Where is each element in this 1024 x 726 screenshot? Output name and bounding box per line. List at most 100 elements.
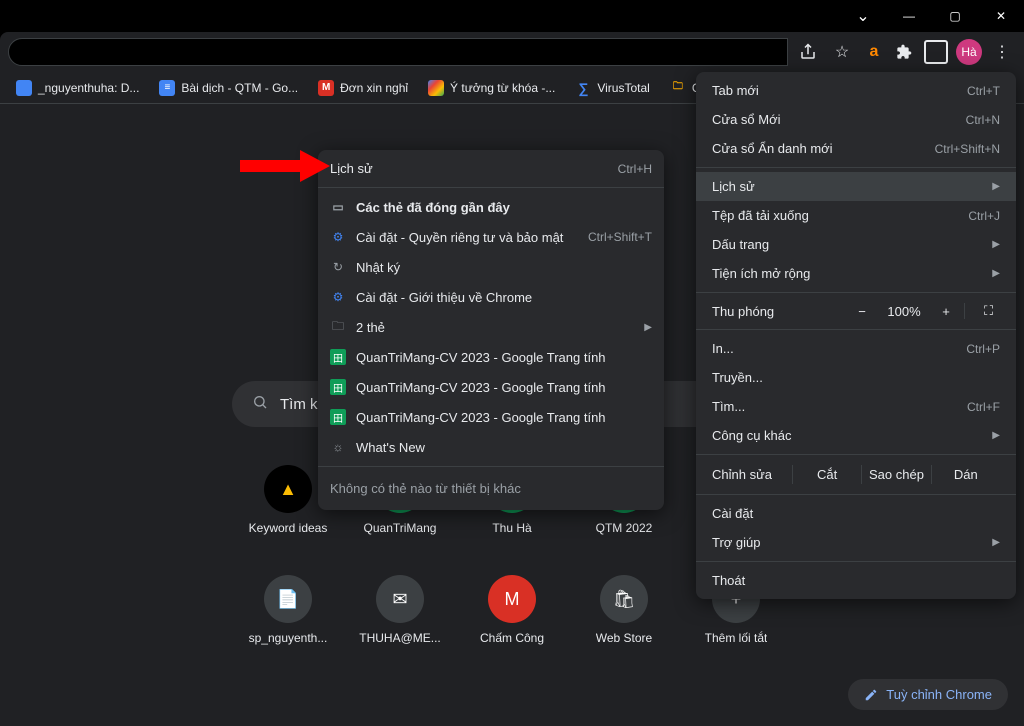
menu-extensions[interactable]: Tiện ích mở rộng▶ <box>696 259 1016 288</box>
ads-icon: ▲ <box>264 465 312 513</box>
window-minimize[interactable]: — <box>886 0 932 32</box>
sidepanel-icon[interactable] <box>922 38 950 66</box>
extension-a-icon[interactable]: a <box>862 40 886 64</box>
customize-label: Tuỳ chỉnh Chrome <box>886 687 992 702</box>
customize-chrome-button[interactable]: Tuỳ chỉnh Chrome <box>848 679 1008 710</box>
menu-separator <box>696 292 1016 293</box>
menu-incognito[interactable]: Cửa sổ Ẩn danh mớiCtrl+Shift+N <box>696 134 1016 163</box>
sheets-icon: 田 <box>330 349 346 365</box>
window-icon: ▭ <box>330 199 346 215</box>
bookmark-item[interactable]: Ý tưởng từ khóa -... <box>420 76 563 100</box>
profile-avatar[interactable]: Hà <box>956 39 982 65</box>
gear-icon: ⚙ <box>330 289 346 305</box>
bookmark-item[interactable]: ∑ VirusTotal <box>567 76 657 100</box>
google-ai-icon <box>428 80 444 96</box>
menu-separator <box>318 187 664 188</box>
submenu-item[interactable]: ☼What's New <box>318 432 664 462</box>
tab-search-caret[interactable]: ⌄ <box>840 0 886 32</box>
address-bar[interactable] <box>8 38 788 66</box>
shortcut-item[interactable]: ✉ THUHA@ME... <box>344 565 456 675</box>
submenu-item[interactable]: 田QuanTriMang-CV 2023 - Google Trang tính <box>318 342 664 372</box>
mail-icon: ✉ <box>376 575 424 623</box>
submenu-recent-header: ▭ Các thẻ đã đóng gần đây <box>318 192 664 222</box>
shortcut-label: Web Store <box>596 631 652 645</box>
menu-new-window[interactable]: Cửa sổ MớiCtrl+N <box>696 105 1016 134</box>
submenu-item[interactable]: 田QuanTriMang-CV 2023 - Google Trang tính <box>318 402 664 432</box>
shortcut-label: Thêm lối tắt <box>705 631 768 645</box>
menu-more-tools[interactable]: Công cụ khác▶ <box>696 421 1016 450</box>
chrome-menu-button[interactable]: ⋮ <box>988 38 1016 66</box>
folder-icon: 🗀 <box>670 80 686 96</box>
bookmark-item[interactable]: ≡Bài dịch - QTM - Go... <box>151 76 306 100</box>
bookmark-label: _nguyenthuha: D... <box>38 81 139 95</box>
menu-settings[interactable]: Cài đặt <box>696 499 1016 528</box>
chrome-main-menu: Tab mớiCtrl+T Cửa sổ MớiCtrl+N Cửa sổ Ẩn… <box>696 72 1016 599</box>
menu-separator <box>696 561 1016 562</box>
pencil-icon <box>864 688 878 702</box>
window-maximize[interactable]: ▢ <box>932 0 978 32</box>
bookmark-star-icon[interactable]: ☆ <box>828 38 856 66</box>
menu-separator <box>696 454 1016 455</box>
extensions-icon[interactable] <box>892 40 916 64</box>
cut-button[interactable]: Cắt <box>792 465 861 484</box>
chevron-right-icon: ▶ <box>992 430 1000 441</box>
menu-separator <box>696 494 1016 495</box>
menu-print[interactable]: In...Ctrl+P <box>696 334 1016 363</box>
history-submenu: Lịch sử Ctrl+H ▭ Các thẻ đã đóng gần đây… <box>318 150 664 510</box>
search-icon <box>252 394 268 415</box>
submenu-item[interactable]: 田QuanTriMang-CV 2023 - Google Trang tính <box>318 372 664 402</box>
submenu-item[interactable]: ⚙Cài đặt - Giới thiệu về Chrome <box>318 282 664 312</box>
submenu-footer: Không có thẻ nào từ thiết bị khác <box>318 471 664 506</box>
menu-exit[interactable]: Thoát <box>696 566 1016 595</box>
shortcut-item[interactable]: 🛍 Web Store <box>568 565 680 675</box>
shortcut-label: QTM 2022 <box>596 521 653 535</box>
bookmark-item[interactable]: _nguyenthuha: D... <box>8 76 147 100</box>
bookmark-label: Ý tưởng từ khóa -... <box>450 81 555 95</box>
chevron-right-icon: ▶ <box>992 268 1000 279</box>
bookmark-item[interactable]: MĐơn xin nghỉ <box>310 76 416 100</box>
menu-help[interactable]: Trợ giúp▶ <box>696 528 1016 557</box>
zoom-in-button[interactable]: + <box>928 304 964 319</box>
menu-downloads[interactable]: Tệp đã tải xuốngCtrl+J <box>696 201 1016 230</box>
submenu-history[interactable]: Lịch sử Ctrl+H <box>318 154 664 183</box>
submenu-item[interactable]: ↻Nhật ký <box>318 252 664 282</box>
m-icon: M <box>318 80 334 96</box>
shortcut-label: THUHA@ME... <box>359 631 441 645</box>
doc-icon: ≡ <box>159 80 175 96</box>
menu-bookmarks[interactable]: Dấu trang▶ <box>696 230 1016 259</box>
shortcut-label: Thu Hà <box>492 521 531 535</box>
history-icon: ↻ <box>330 259 346 275</box>
menu-history[interactable]: Lịch sử▶ <box>696 172 1016 201</box>
bookmark-label: VirusTotal <box>597 81 649 95</box>
folder-icon: 🗀 <box>330 319 346 335</box>
annotation-arrow <box>240 148 330 189</box>
fullscreen-button[interactable]: ⛶ <box>964 303 1000 319</box>
chevron-right-icon: ▶ <box>992 537 1000 548</box>
sparkle-icon: ☼ <box>330 439 346 455</box>
m-icon: M <box>488 575 536 623</box>
copy-button[interactable]: Sao chép <box>861 465 930 484</box>
zoom-out-button[interactable]: − <box>844 304 880 319</box>
shortcut-item[interactable]: 📄sp_nguyenth... <box>232 565 344 675</box>
shortcut-label: Keyword ideas <box>249 521 328 535</box>
edit-label: Chỉnh sửa <box>712 467 792 482</box>
page-icon: 📄 <box>264 575 312 623</box>
menu-new-tab[interactable]: Tab mớiCtrl+T <box>696 76 1016 105</box>
window-close[interactable]: ✕ <box>978 0 1024 32</box>
shortcut-item[interactable]: MChấm Công <box>456 565 568 675</box>
doc-icon <box>16 80 32 96</box>
submenu-item[interactable]: 🗀2 thẻ▶ <box>318 312 664 342</box>
toolbar: ☆ a Hà ⋮ <box>0 32 1024 72</box>
share-icon[interactable] <box>794 38 822 66</box>
menu-zoom-row: Thu phóng − 100% + ⛶ <box>696 297 1016 325</box>
submenu-item[interactable]: ⚙Cài đặt - Quyền riêng tư và bảo mậtCtrl… <box>318 222 664 252</box>
menu-find[interactable]: Tìm...Ctrl+F <box>696 392 1016 421</box>
chevron-right-icon: ▶ <box>644 322 652 333</box>
paste-button[interactable]: Dán <box>931 465 1000 484</box>
virustotal-icon: ∑ <box>575 80 591 96</box>
menu-edit-row: Chỉnh sửa Cắt Sao chép Dán <box>696 459 1016 490</box>
sheets-icon: 田 <box>330 409 346 425</box>
menu-cast[interactable]: Truyền... <box>696 363 1016 392</box>
menu-separator <box>696 167 1016 168</box>
webstore-icon: 🛍 <box>600 575 648 623</box>
